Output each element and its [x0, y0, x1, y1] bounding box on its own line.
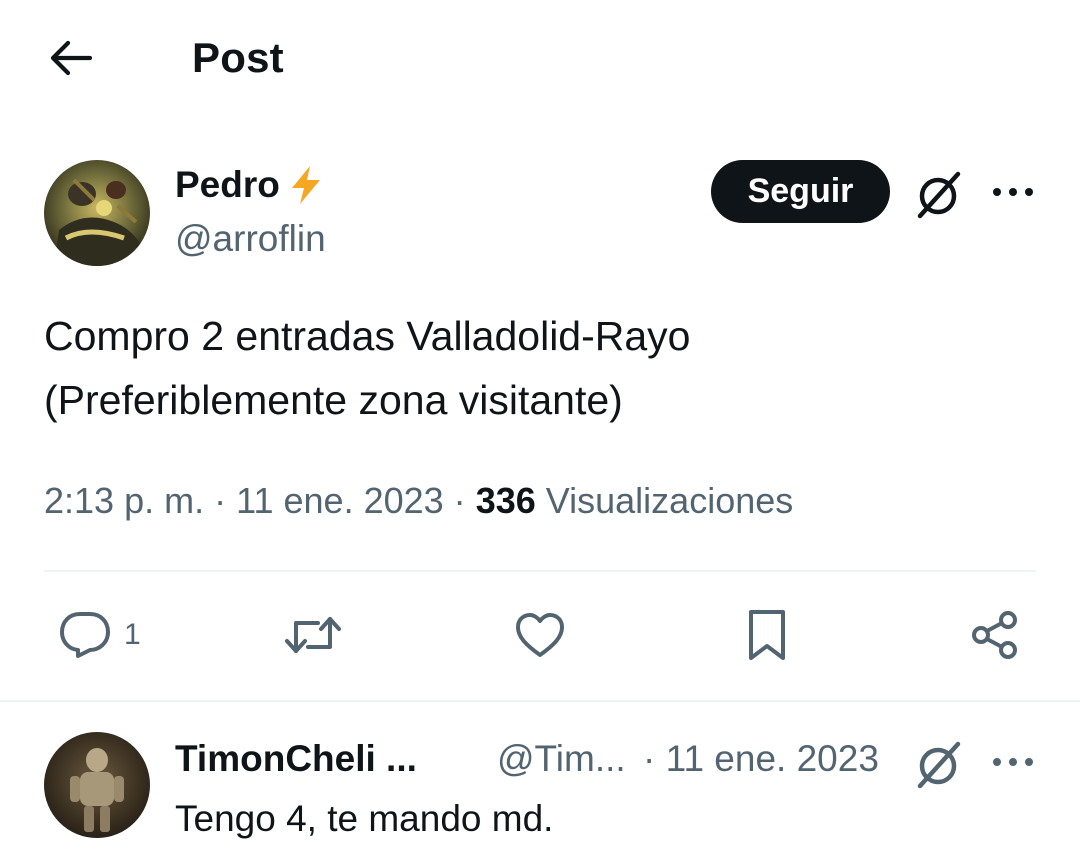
author-name: Pedro — [175, 164, 280, 205]
reply-button[interactable]: 1 — [58, 610, 141, 660]
arrow-left-icon — [50, 40, 92, 76]
more-options-button[interactable] — [985, 172, 1041, 212]
reply-author-name[interactable]: TimonCheli ... — [175, 734, 417, 784]
divider — [44, 570, 1036, 572]
reply-more-options-button[interactable] — [985, 742, 1041, 782]
repost-button[interactable] — [284, 610, 342, 660]
reply-author-handle[interactable]: @Tim... — [497, 734, 626, 784]
author-handle[interactable]: @arroflin — [175, 214, 326, 264]
author-avatar[interactable] — [44, 160, 150, 266]
post-time[interactable]: 2:13 p. m. — [44, 480, 204, 521]
grok-icon — [917, 171, 961, 219]
meta-separator: · — [643, 738, 656, 779]
reply-date: · 11 ene. 2023 — [643, 734, 879, 784]
reply-text: Tengo 4, te mando md. — [175, 798, 554, 839]
grok-button[interactable] — [910, 736, 966, 792]
grok-icon — [917, 741, 961, 789]
page-title: Post — [192, 34, 284, 81]
reply-avatar[interactable] — [44, 732, 150, 838]
reply-date-text[interactable]: 11 ene. 2023 — [666, 738, 879, 779]
meta-separator: · — [214, 480, 227, 521]
bookmark-button[interactable] — [745, 608, 789, 662]
post-text-line: (Preferiblemente zona visitante) — [44, 377, 623, 423]
views-label[interactable]: Visualizaciones — [546, 480, 793, 521]
avatar-image — [44, 160, 150, 266]
lightning-bolt-icon — [291, 166, 320, 204]
post-text-line: Compro 2 entradas Valladolid-Rayo — [44, 313, 691, 359]
post-text: Compro 2 entradas Valladolid-Rayo (Prefe… — [44, 304, 1034, 432]
more-horizontal-icon — [993, 188, 1033, 196]
divider — [0, 700, 1080, 702]
repost-icon — [285, 617, 341, 653]
author-name-row[interactable]: Pedro — [175, 160, 324, 210]
heart-icon — [516, 613, 564, 657]
like-button[interactable] — [514, 610, 566, 660]
meta-separator: · — [453, 480, 466, 521]
bookmark-icon — [749, 610, 785, 660]
back-button[interactable] — [38, 32, 102, 84]
grok-button[interactable] — [910, 166, 966, 222]
views-count[interactable]: 336 — [476, 480, 536, 521]
post-date[interactable]: 11 ene. 2023 — [236, 480, 444, 521]
post-meta: 2:13 p. m. · 11 ene. 2023 · 336 Visualiz… — [44, 473, 1044, 529]
reply-icon — [60, 612, 110, 658]
share-button[interactable] — [970, 610, 1020, 660]
follow-button[interactable]: Seguir — [711, 160, 890, 223]
share-icon — [972, 611, 1017, 659]
avatar-image — [44, 732, 150, 838]
reply-count: 1 — [124, 618, 141, 651]
more-horizontal-icon — [993, 758, 1033, 766]
